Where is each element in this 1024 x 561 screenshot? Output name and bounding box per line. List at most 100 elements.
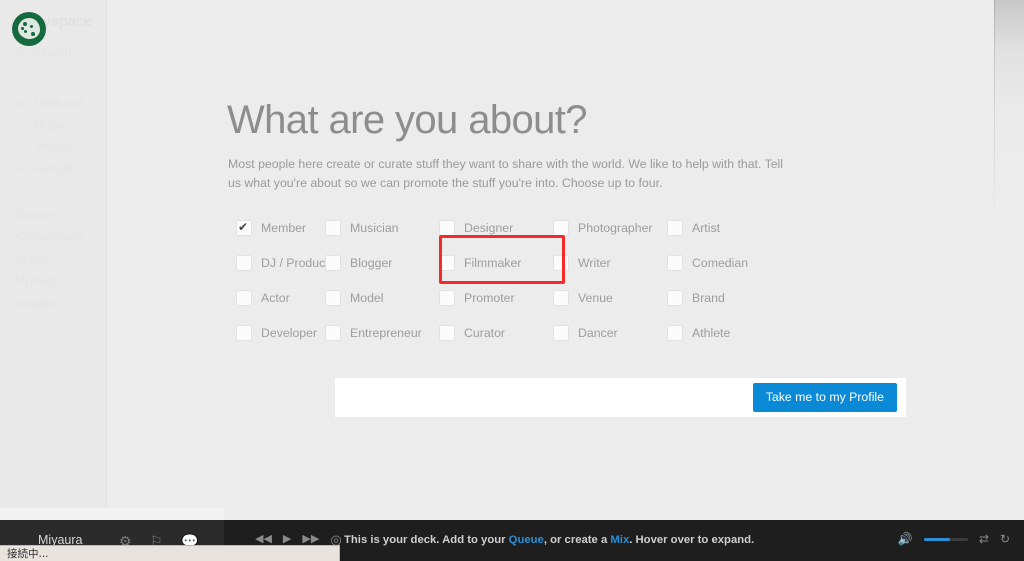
sidebar-item-people[interactable]: ■ People — [16, 162, 73, 176]
interest-option-label: Musician — [350, 220, 399, 235]
checkbox-unchecked[interactable] — [439, 219, 455, 236]
interest-option-developer[interactable]: Developer — [211, 315, 325, 350]
interest-option-label: Photographer — [578, 220, 653, 235]
sidebar: myspace ⚲ Search DISCOVER ▲ Featured ♫ Mus… — [0, 0, 107, 520]
interest-option-comedian[interactable]: Comedian — [667, 245, 781, 280]
sidebar-item-stream[interactable]: Stream — [16, 208, 56, 222]
interest-option-athlete[interactable]: Athlete — [667, 315, 781, 350]
checkbox-unchecked[interactable] — [439, 254, 455, 271]
interest-checkbox-grid: Member Musician Designer Photographer Artist… — [211, 210, 811, 350]
checkbox-unchecked[interactable] — [667, 219, 683, 236]
interest-option-filmmaker[interactable]: Filmmaker — [439, 245, 553, 280]
interest-grid-row: Actor Model Promoter Venue Brand — [211, 280, 811, 315]
interest-option-designer[interactable]: Designer — [439, 210, 553, 245]
take-me-to-my-profile-button[interactable]: Take me to my Profile — [752, 383, 897, 412]
mix-link[interactable]: Mix — [610, 534, 629, 546]
interest-option-brand[interactable]: Brand — [667, 280, 781, 315]
play-icon[interactable]: ▶ — [283, 534, 291, 545]
speaker-icon[interactable]: 🔊 — [898, 532, 913, 546]
interest-option-label: Member — [261, 220, 307, 235]
interest-option-member[interactable]: Member — [211, 210, 325, 245]
checkbox-checked[interactable] — [236, 219, 252, 236]
people-icon: ■ — [16, 163, 23, 175]
deck-message: This is your deck. Add to your Queue, or… — [344, 534, 754, 546]
interest-option-curator[interactable]: Curator — [439, 315, 553, 350]
checkbox-unchecked[interactable] — [553, 289, 569, 306]
interest-option-artist[interactable]: Artist — [667, 210, 781, 245]
volume-slider[interactable] — [923, 537, 968, 541]
interest-option-label: Developer — [261, 325, 318, 340]
interest-option-label: Venue — [578, 290, 613, 305]
cookie-dot — [21, 27, 24, 30]
checkbox-unchecked[interactable] — [667, 324, 683, 341]
checkbox-unchecked[interactable] — [325, 324, 341, 341]
fast-forward-icon[interactable]: ▶▶ — [302, 534, 319, 545]
sidebar-item-label: Uploads — [16, 274, 62, 288]
sidebar-item-label: Mixes — [16, 252, 49, 266]
checkbox-unchecked[interactable] — [236, 289, 252, 306]
interest-option-label: Comedian — [692, 255, 749, 270]
sidebar-item-label: Connections — [16, 230, 86, 244]
interest-option-entrepreneur[interactable]: Entrepreneur — [325, 315, 439, 350]
checkbox-unchecked[interactable] — [439, 324, 455, 341]
checkbox-unchecked[interactable] — [325, 254, 341, 271]
checkbox-unchecked[interactable] — [236, 324, 252, 341]
checkbox-unchecked[interactable] — [553, 219, 569, 236]
sidebar-item-search[interactable]: ⚲ Search — [16, 45, 71, 59]
deck-message-part2: , or create a — [543, 534, 611, 546]
cookie-dot — [31, 32, 35, 36]
sidebar-item-uploads[interactable]: Uploads — [16, 274, 62, 288]
interest-option-label: Entrepreneur — [350, 325, 422, 340]
music-note-icon: ♫ — [16, 119, 24, 131]
interest-option-label: Brand — [692, 290, 725, 305]
app-window: myspace ⚲ Search DISCOVER ▲ Featured ♫ Mus… — [0, 0, 1024, 561]
interest-option-actor[interactable]: Actor — [211, 280, 325, 315]
shuffle-icon[interactable]: ⇄ — [979, 532, 989, 546]
sidebar-item-featured[interactable]: ▲ Featured — [16, 96, 84, 110]
interest-option-venue[interactable]: Venue — [553, 280, 667, 315]
interest-option-promoter[interactable]: Promoter — [439, 280, 553, 315]
interest-option-label: Athlete — [692, 325, 731, 340]
rewind-icon[interactable]: ◀◀ — [255, 534, 272, 545]
queue-link[interactable]: Queue — [509, 534, 544, 546]
sidebar-item-label: Featured — [34, 96, 85, 110]
checkbox-unchecked[interactable] — [325, 289, 341, 306]
checkbox-unchecked[interactable] — [325, 219, 341, 236]
interest-option-label: Curator — [464, 325, 506, 340]
interest-grid-row: Member Musician Designer Photographer Artist — [211, 210, 811, 245]
repeat-icon[interactable]: ↻ — [1000, 532, 1010, 546]
interest-option-blogger[interactable]: Blogger — [325, 245, 439, 280]
interest-option-writer[interactable]: Writer — [553, 245, 667, 280]
main-content: What are you about? Most people here cre… — [108, 0, 1024, 520]
sidebar-section-you: YOU — [16, 188, 39, 199]
page-title: What are you about? — [227, 98, 588, 142]
interest-option-dancer[interactable]: Dancer — [553, 315, 667, 350]
interest-option-label: Dancer — [578, 325, 618, 340]
interest-option-model[interactable]: Model — [325, 280, 439, 315]
sidebar-item-videos[interactable]: ▭ Videos — [16, 140, 72, 154]
cta-card: Take me to my Profile — [335, 378, 906, 417]
sidebar-search-label: Search — [31, 45, 72, 59]
checkbox-unchecked[interactable] — [667, 289, 683, 306]
sidebar-item-music[interactable]: ♫ Music — [16, 118, 67, 132]
deck-message-part3: . Hover over to expand. — [629, 534, 755, 546]
checkbox-unchecked[interactable] — [553, 324, 569, 341]
checkbox-unchecked[interactable] — [553, 254, 569, 271]
interest-option-dj-producer[interactable]: DJ / Producer — [211, 245, 336, 280]
checkbox-unchecked[interactable] — [439, 289, 455, 306]
sidebar-item-label: Stream — [16, 208, 57, 222]
checkbox-unchecked[interactable] — [667, 254, 683, 271]
interest-option-label: Actor — [261, 290, 290, 305]
video-icon: ▭ — [16, 141, 26, 153]
interest-option-photographer[interactable]: Photographer — [553, 210, 667, 245]
page-scrollbar[interactable] — [994, 0, 1024, 520]
checkbox-unchecked[interactable] — [236, 254, 252, 271]
sidebar-item-mixes[interactable]: Mixes — [16, 252, 49, 266]
sidebar-item-insights[interactable]: Insights — [16, 296, 59, 310]
interest-option-musician[interactable]: Musician — [325, 210, 439, 245]
sidebar-item-connections[interactable]: Connections — [16, 230, 86, 244]
interest-option-label: Model — [350, 290, 384, 305]
avatar[interactable] — [12, 12, 46, 46]
flame-icon: ▲ — [16, 97, 26, 109]
cookie-dot — [23, 22, 27, 26]
